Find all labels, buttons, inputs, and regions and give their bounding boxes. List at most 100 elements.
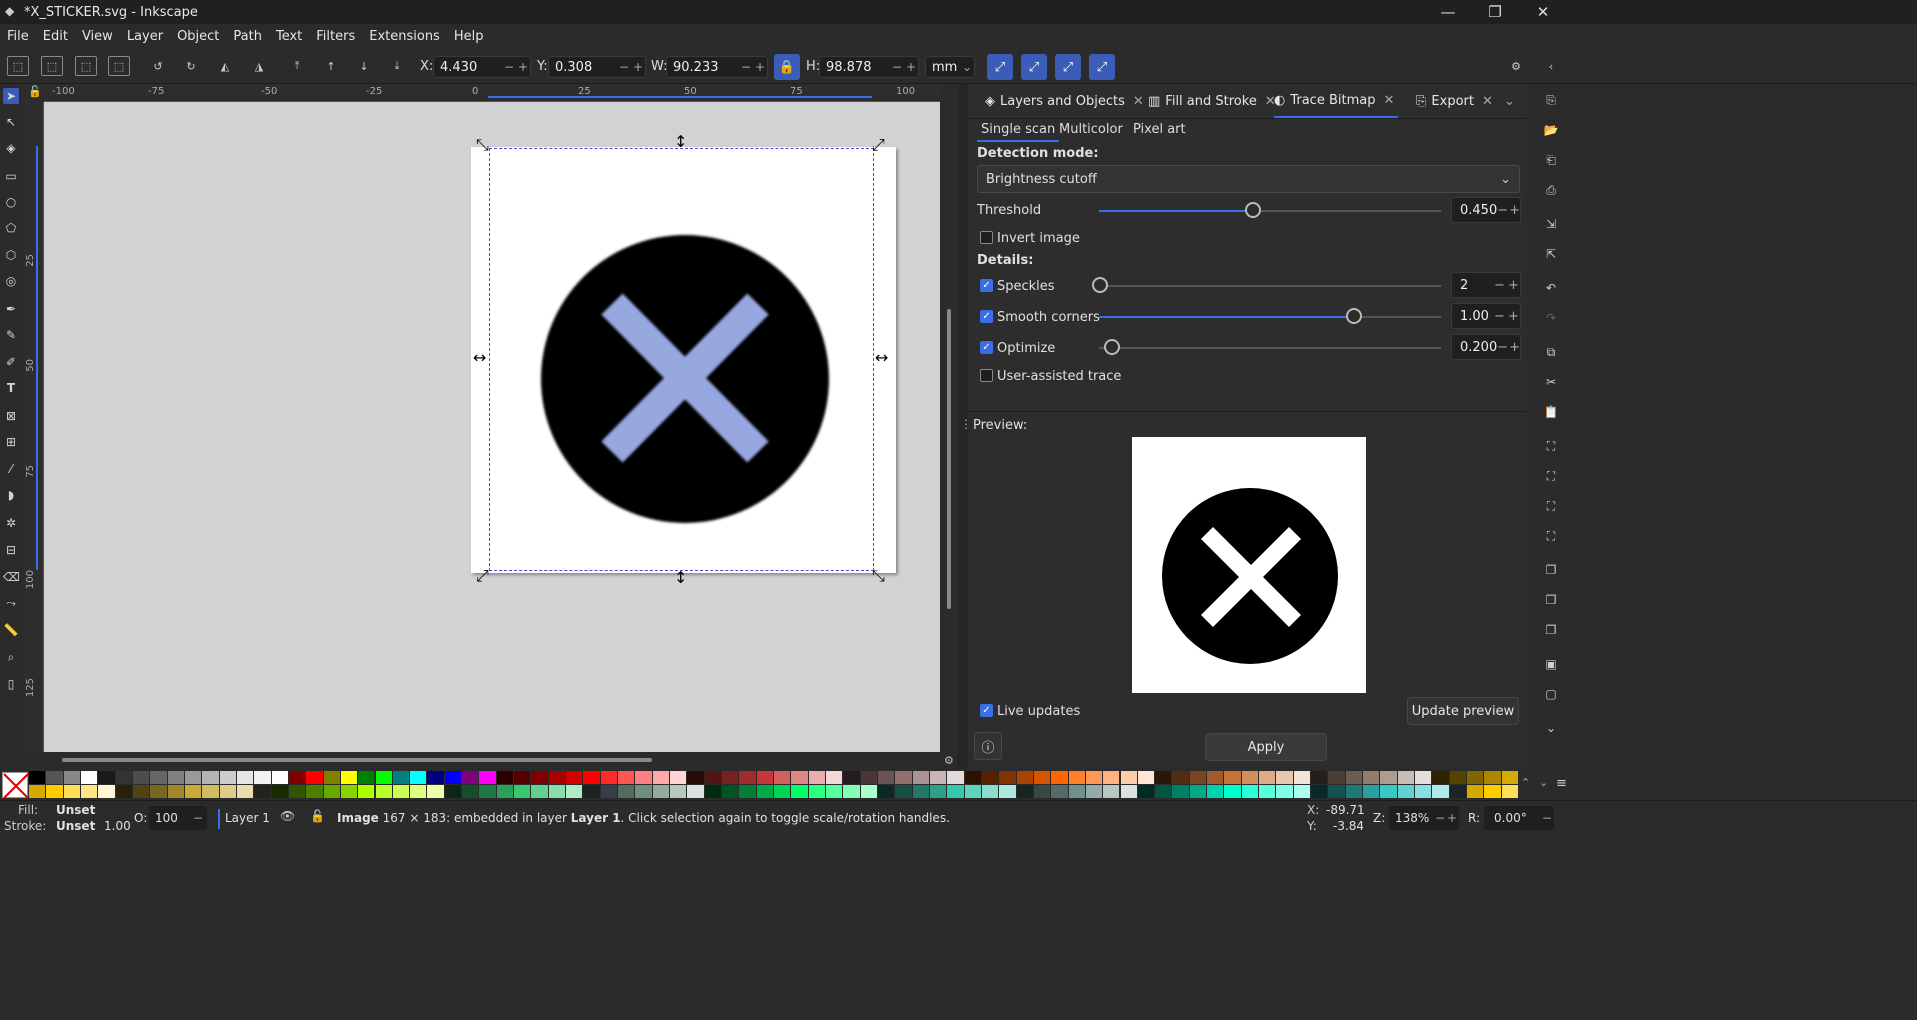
color-swatch[interactable]	[670, 785, 687, 798]
undo-icon[interactable]: ↶	[1543, 280, 1559, 296]
palette-scroll-up-icon[interactable]: ⌃	[1521, 776, 1530, 789]
opacity-input[interactable]: 100−	[149, 806, 207, 830]
color-swatch[interactable]	[150, 771, 167, 784]
tab-fill-and-stroke[interactable]: ▥ Fill and Stroke ✕	[1148, 84, 1276, 118]
color-swatch[interactable]	[739, 785, 756, 798]
color-swatch[interactable]	[392, 771, 410, 784]
color-swatch[interactable]	[184, 785, 202, 798]
color-swatch[interactable]	[791, 785, 808, 798]
color-swatch[interactable]	[1259, 771, 1276, 784]
color-swatch[interactable]	[427, 771, 444, 784]
color-swatch[interactable]	[427, 785, 444, 798]
color-swatch[interactable]	[583, 785, 600, 798]
color-swatch[interactable]	[29, 785, 46, 798]
color-swatch[interactable]	[704, 785, 721, 798]
unit-select[interactable]: mm ⌄	[925, 56, 975, 78]
flip-vertical-icon[interactable]: ◮	[248, 56, 270, 76]
lower-to-bottom-icon[interactable]: ⤓	[386, 56, 408, 76]
color-swatch[interactable]	[964, 785, 981, 798]
color-swatch[interactable]	[254, 785, 271, 798]
color-swatch[interactable]	[1484, 785, 1501, 798]
color-swatch[interactable]	[912, 771, 929, 784]
color-swatch[interactable]	[184, 771, 202, 784]
color-swatch[interactable]	[1415, 785, 1432, 798]
color-swatch[interactable]	[999, 771, 1016, 784]
menu-filters[interactable]: Filters	[309, 29, 362, 44]
color-swatch[interactable]	[115, 785, 132, 798]
color-swatch[interactable]	[600, 785, 618, 798]
speckles-input[interactable]: 2− +	[1451, 272, 1521, 298]
minimize-button[interactable]: —	[1425, 0, 1471, 24]
color-swatch[interactable]	[1345, 785, 1363, 798]
node-tool-icon[interactable]: ↖	[3, 114, 19, 130]
color-swatch[interactable]	[635, 785, 652, 798]
drawing-canvas[interactable]: ⤡ ↕ ⤢ ↔ ↔ ⤢ ↕ ⤡	[44, 102, 940, 752]
color-swatch[interactable]	[1172, 785, 1189, 798]
speckles-slider[interactable]	[1099, 285, 1441, 287]
info-icon[interactable]: ⓘ	[974, 732, 1002, 760]
tab-trace-bitmap[interactable]: ◐ Trace Bitmap ✕	[1274, 84, 1398, 118]
calligraphy-tool-icon[interactable]: ✐	[3, 354, 19, 370]
tabs-overflow-icon[interactable]: ⌄	[1504, 84, 1515, 118]
color-swatch[interactable]	[825, 785, 843, 798]
subtab-pixel-art[interactable]: Pixel art	[1133, 122, 1186, 137]
y-input[interactable]: 0.308− +	[548, 56, 646, 78]
color-swatch[interactable]	[635, 771, 652, 784]
smooth-corners-checkbox[interactable]: ✓	[980, 310, 993, 323]
scale-stroke-icon[interactable]: ⤢	[987, 54, 1013, 80]
color-swatch[interactable]	[288, 771, 306, 784]
more-commands-icon[interactable]: ⌄	[1543, 720, 1559, 736]
optimize-checkbox[interactable]: ✓	[980, 341, 993, 354]
tab-export[interactable]: ⎘ Export ✕	[1416, 84, 1493, 118]
color-swatch[interactable]	[531, 771, 548, 784]
color-swatch[interactable]	[254, 771, 271, 784]
color-swatch[interactable]	[63, 771, 80, 784]
color-swatch[interactable]	[288, 785, 306, 798]
threshold-slider-knob[interactable]	[1244, 202, 1261, 218]
color-swatch[interactable]	[877, 785, 895, 798]
color-swatch[interactable]	[1085, 771, 1103, 784]
scale-handle-nw[interactable]: ⤡	[476, 135, 489, 155]
color-swatch[interactable]	[947, 771, 964, 784]
color-swatch[interactable]	[236, 771, 254, 784]
color-swatch[interactable]	[791, 771, 808, 784]
color-swatch[interactable]	[132, 785, 150, 798]
select-all-layers-icon[interactable]: ⬚	[41, 56, 63, 76]
star-tool-icon[interactable]: ⬠	[3, 220, 19, 236]
layer-lock-icon[interactable]: 🔓	[310, 809, 325, 823]
color-swatch[interactable]	[860, 771, 877, 784]
zoom-width-icon[interactable]: ⛶	[1543, 528, 1559, 544]
h-input[interactable]: 98.878− +	[819, 56, 919, 78]
selector-tool-icon[interactable]: ➤	[3, 88, 19, 104]
color-swatch[interactable]	[1016, 771, 1033, 784]
color-swatch[interactable]	[496, 785, 514, 798]
pages-tool-icon[interactable]: ▯	[3, 676, 19, 692]
color-swatch[interactable]	[375, 785, 392, 798]
color-swatch[interactable]	[652, 785, 670, 798]
group-icon[interactable]: ▣	[1543, 656, 1559, 672]
pencil-tool-icon[interactable]: ✎	[3, 327, 19, 343]
lock-ratio-button[interactable]: 🔒	[774, 54, 800, 80]
color-swatch[interactable]	[306, 771, 323, 784]
menu-help[interactable]: Help	[447, 29, 491, 44]
unlink-clone-icon[interactable]: ❐	[1543, 622, 1559, 638]
color-swatch[interactable]	[756, 785, 773, 798]
scale-handle-ne[interactable]: ⤢	[872, 135, 885, 155]
vertical-scroll-thumb[interactable]	[947, 309, 951, 609]
threshold-input[interactable]: 0.450− +	[1451, 197, 1521, 223]
text-tool-icon[interactable]: T	[3, 380, 19, 396]
gradient-tool-icon[interactable]: ⊞	[3, 434, 19, 450]
color-swatch[interactable]	[1120, 785, 1137, 798]
color-swatch[interactable]	[29, 771, 46, 784]
stroke-value[interactable]: Unset	[56, 819, 95, 833]
sticker-image[interactable]	[471, 147, 896, 573]
color-swatch[interactable]	[1415, 771, 1432, 784]
palette-swatches[interactable]	[29, 770, 1519, 800]
color-swatch[interactable]	[271, 771, 288, 784]
color-swatch[interactable]	[1397, 785, 1415, 798]
maximize-button[interactable]: ❐	[1472, 0, 1518, 24]
w-input[interactable]: 90.233− +	[666, 56, 768, 78]
color-swatch[interactable]	[670, 771, 687, 784]
invert-image-checkbox[interactable]	[980, 231, 993, 244]
color-swatch[interactable]	[1085, 785, 1103, 798]
